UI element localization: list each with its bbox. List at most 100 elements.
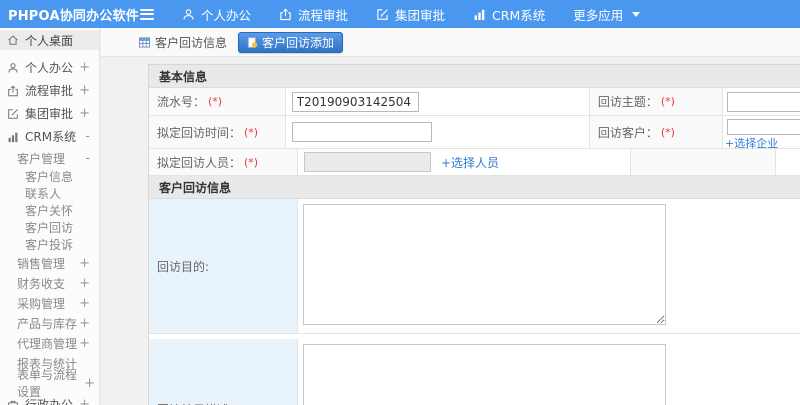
sidebar-item-customer-care[interactable]: 客户关怀 xyxy=(0,202,99,219)
user-icon xyxy=(7,62,19,74)
topic-input[interactable] xyxy=(727,91,800,112)
sidebar-item-label: 表单与流程设置 xyxy=(17,368,78,399)
expand-plus-icon[interactable]: + xyxy=(79,337,90,350)
top-menu: 个人办公 流程审批 集团审批 CRM系统 更多应用 xyxy=(168,0,654,28)
sidebar-item-customer-mgmt[interactable]: 客户管理 - xyxy=(0,148,99,168)
top-menu-label: CRM系统 xyxy=(492,7,546,23)
sidebar-item-group-approval[interactable]: 集团审批 + xyxy=(0,102,99,125)
sidebar-item-label: 行政办公 xyxy=(25,398,74,405)
tab-customer-visit-info[interactable]: 客户回访信息 xyxy=(131,34,235,51)
sidebar-item-product-inventory[interactable]: 产品与库存 + xyxy=(0,313,99,333)
sidebar-item-crm[interactable]: CRM系统 - xyxy=(0,125,99,148)
result-label: 回访结果描述: xyxy=(149,339,298,405)
sidebar-item-label: 客户信息 xyxy=(25,170,74,184)
home-icon xyxy=(7,34,19,46)
caret-down-icon xyxy=(632,11,641,17)
sidebar-item-personal-office[interactable]: 个人办公 + xyxy=(0,56,99,79)
sidebar-item-label: 采购管理 xyxy=(17,296,66,311)
required-marker: (*) xyxy=(244,155,259,169)
form-row-serial-topic: 流水号：(*) 回访主题：(*) xyxy=(149,88,800,116)
sidebar-item-label: 流程审批 xyxy=(25,84,74,98)
sidebar-item-sales-mgmt[interactable]: 销售管理 + xyxy=(0,253,99,273)
sidebar-item-label: 客户关怀 xyxy=(25,204,74,218)
planned-time-input[interactable] xyxy=(291,122,432,142)
form-row-purpose: 回访目的: xyxy=(149,199,800,334)
sidebar-item-label: 代理商管理 xyxy=(17,336,78,351)
form-row-result: 回访结果描述: xyxy=(149,339,800,405)
app-logo: PHPOA协同办公软件 xyxy=(8,8,139,24)
serial-input[interactable] xyxy=(291,91,419,112)
select-person-link[interactable]: +选择人员 xyxy=(441,154,499,171)
expand-plus-icon[interactable]: + xyxy=(79,257,90,270)
top-menu-personal-office[interactable]: 个人办公 xyxy=(168,0,265,28)
purpose-label: 回访目的: xyxy=(149,199,298,333)
top-menu-label: 集团审批 xyxy=(395,7,446,23)
user-icon xyxy=(182,8,195,21)
bar-chart-icon xyxy=(473,8,486,21)
expand-plus-icon[interactable]: + xyxy=(79,107,90,120)
empty-label-cell xyxy=(631,149,776,175)
sidebar-item-label: 客户管理 xyxy=(17,151,66,166)
planned-person-label: 拟定回访人员： (*) xyxy=(149,149,298,175)
main-area: 客户回访信息 客户回访添加 基本信息 流水号：(*) 回访主题：(*) xyxy=(101,28,800,405)
sidebar-item-label: 联系人 xyxy=(25,187,62,201)
flow-approval-icon xyxy=(7,84,19,97)
sidebar-item-agent-mgmt[interactable]: 代理商管理 + xyxy=(0,333,99,353)
top-menu-label: 流程审批 xyxy=(298,7,349,23)
expand-plus-icon[interactable]: + xyxy=(79,297,90,310)
sidebar-item-finance[interactable]: 财务收支 + xyxy=(0,273,99,293)
hamburger-menu-icon[interactable] xyxy=(140,8,154,20)
section-title: 客户回访信息 xyxy=(159,180,232,195)
sidebar-item-customer-info[interactable]: 客户信息 xyxy=(0,168,99,185)
sidebar-item-purchase-mgmt[interactable]: 采购管理 + xyxy=(0,293,99,313)
top-menu-flow-approval[interactable]: 流程审批 xyxy=(265,0,362,28)
top-menu-more-apps[interactable]: 更多应用 xyxy=(559,0,654,28)
expand-plus-icon[interactable]: + xyxy=(79,277,90,290)
required-marker: (*) xyxy=(208,95,223,108)
sidebar-item-customer-complaint[interactable]: 客户投诉 xyxy=(0,236,99,253)
tab-label: 客户回访信息 xyxy=(155,35,228,50)
planned-person-input[interactable] xyxy=(304,152,431,172)
sidebar-item-contacts[interactable]: 联系人 xyxy=(0,185,99,202)
serial-cell xyxy=(286,88,590,115)
collapse-minus-icon[interactable]: - xyxy=(85,130,90,143)
briefcase-icon xyxy=(7,399,19,405)
sidebar-item-label: 销售管理 xyxy=(17,256,66,271)
tab-label: 客户回访添加 xyxy=(262,35,335,50)
tab-bar: 客户回访信息 客户回访添加 xyxy=(101,28,800,57)
sidebar-item-label: 个人办公 xyxy=(25,61,74,75)
required-marker: (*) xyxy=(660,95,675,108)
sidebar-item-personal-desktop[interactable]: 个人桌面 xyxy=(0,30,99,50)
topic-label: 回访主题： (*) xyxy=(589,88,723,115)
expand-plus-icon[interactable]: + xyxy=(79,317,90,330)
expand-plus-icon[interactable]: + xyxy=(79,61,90,74)
sidebar-item-label: 集团审批 xyxy=(25,107,74,121)
sidebar-item-flow-approval[interactable]: 流程审批 + xyxy=(0,79,99,102)
top-menu-group-approval[interactable]: 集团审批 xyxy=(362,0,459,28)
sidebar-item-customer-visit[interactable]: 客户回访 xyxy=(0,219,99,236)
visit-purpose-textarea[interactable] xyxy=(303,204,666,325)
collapse-minus-icon[interactable]: - xyxy=(85,152,90,165)
purpose-cell xyxy=(298,199,800,333)
sidebar-item-form-flow-settings[interactable]: 表单与流程设置 + xyxy=(0,368,99,399)
section-title: 基本信息 xyxy=(159,69,208,84)
serial-label: 流水号： (*) xyxy=(149,88,286,115)
tab-customer-visit-add[interactable]: 客户回访添加 xyxy=(238,31,344,53)
expand-plus-icon[interactable]: + xyxy=(84,377,95,390)
planned-person-cell: +选择人员 xyxy=(298,149,631,175)
form-row-person: 拟定回访人员： (*) +选择人员 xyxy=(149,149,800,176)
top-menu-crm[interactable]: CRM系统 xyxy=(459,0,559,28)
edit-square-icon xyxy=(376,8,389,21)
form-row-time-customer: 拟定回访时间： (*) 回访客户： (*) +选择企业 xyxy=(149,116,800,150)
top-menu-label: 个人办公 xyxy=(201,7,252,23)
expand-plus-icon[interactable]: + xyxy=(79,84,90,97)
required-marker: (*) xyxy=(660,125,675,139)
visit-result-textarea[interactable] xyxy=(303,344,666,405)
customer-cell: +选择企业 xyxy=(723,116,800,150)
sidebar-item-label: 产品与库存 xyxy=(17,316,78,331)
expand-plus-icon[interactable]: + xyxy=(79,398,90,405)
edit-square-icon xyxy=(7,108,19,120)
customer-input[interactable] xyxy=(727,119,800,135)
page-add-icon xyxy=(247,36,258,48)
planned-time-label: 拟定回访时间： (*) xyxy=(149,116,286,148)
